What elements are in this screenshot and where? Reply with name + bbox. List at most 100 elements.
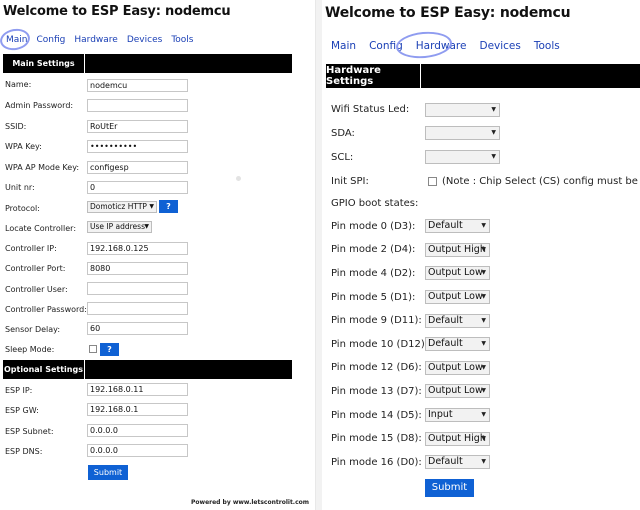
protocol-help-button[interactable]: ?	[159, 200, 178, 213]
hardware-settings-header: Hardware Settings	[326, 64, 640, 88]
powered-by-link[interactable]: Powered by www.letscontrolit.com	[191, 499, 309, 506]
sensor-delay-input[interactable]: 60	[87, 322, 188, 335]
optional-settings-header: Optional Settings	[3, 360, 292, 379]
esp-ip-input[interactable]: 192.168.0.11	[87, 383, 188, 396]
pin-mode-14-value: Input	[428, 409, 453, 420]
chevron-down-icon: ▼	[144, 223, 149, 230]
chevron-down-icon: ▼	[481, 364, 486, 371]
locate-controller-value: Use IP address	[90, 222, 145, 231]
pin-mode-15-select[interactable]: Output High ▼	[425, 432, 490, 446]
main-settings-panel: Welcome to ESP Easy: nodemcu Main Config H…	[0, 0, 316, 510]
page-title: Welcome to ESP Easy: nodemcu	[3, 4, 231, 19]
init-spi-note: (Note : Chip Select (CS) config must be …	[442, 176, 640, 187]
controller-user-input[interactable]	[87, 282, 188, 295]
pin-mode-16-value: Default	[428, 456, 463, 467]
pin-mode-0-label: Pin mode 0 (D3):	[331, 221, 416, 232]
chevron-down-icon: ▼	[481, 269, 486, 276]
pin-mode-15-label: Pin mode 15 (D8):	[331, 433, 422, 444]
pin-mode-16-label: Pin mode 16 (D0):	[331, 457, 422, 468]
nav-tools[interactable]: Tools	[534, 40, 560, 52]
init-spi-checkbox[interactable]	[428, 177, 437, 186]
pin-mode-10-value: Default	[428, 338, 463, 349]
chevron-down-icon: ▼	[491, 106, 496, 113]
chevron-down-icon: ▼	[481, 458, 486, 465]
chevron-down-icon: ▼	[481, 317, 486, 324]
esp-subnet-label: ESP Subnet:	[5, 427, 54, 436]
wpa-key-label: WPA Key:	[5, 142, 42, 151]
pin-mode-10-select[interactable]: Default ▼	[425, 337, 490, 351]
name-label: Name:	[5, 80, 32, 89]
pin-mode-13-value: Output Low	[428, 385, 483, 396]
pin-mode-5-label: Pin mode 5 (D1):	[331, 292, 416, 303]
wpa-ap-key-label: WPA AP Mode Key:	[5, 163, 80, 172]
sleep-mode-label: Sleep Mode:	[5, 345, 55, 354]
nav-devices[interactable]: Devices	[479, 40, 520, 52]
controller-password-input[interactable]	[87, 302, 188, 315]
init-spi-label: Init SPI:	[331, 176, 369, 187]
pin-mode-14-select[interactable]: Input ▼	[425, 408, 490, 422]
page-title: Welcome to ESP Easy: nodemcu	[325, 5, 571, 21]
pin-mode-10-label: Pin mode 10 (D12):	[331, 339, 429, 350]
nav-tools[interactable]: Tools	[171, 35, 193, 45]
hardware-settings-panel: Welcome to ESP Easy: nodemcu Main Config H…	[322, 0, 640, 510]
chevron-down-icon: ▼	[491, 153, 496, 160]
esp-gw-input[interactable]: 192.168.0.1	[87, 403, 188, 416]
pin-mode-2-value: Output High	[428, 244, 486, 255]
sleep-mode-help-button[interactable]: ?	[100, 343, 119, 356]
nav-devices[interactable]: Devices	[127, 35, 162, 45]
controller-port-input[interactable]: 8080	[87, 262, 188, 275]
chevron-down-icon: ▼	[481, 435, 486, 442]
stray-dot	[236, 176, 241, 181]
chevron-down-icon: ▼	[481, 246, 486, 253]
submit-button[interactable]: Submit	[425, 479, 474, 497]
pin-mode-13-select[interactable]: Output Low ▼	[425, 384, 490, 398]
sleep-mode-checkbox[interactable]	[89, 345, 97, 353]
annotation-circle-hardware	[394, 29, 454, 61]
sensor-delay-label: Sensor Delay:	[5, 325, 61, 334]
nav-config[interactable]: Config	[37, 35, 66, 45]
pin-mode-5-value: Output Low	[428, 291, 483, 302]
wifi-led-label: Wifi Status Led:	[331, 104, 410, 115]
chevron-down-icon: ▼	[491, 129, 496, 136]
pin-mode-16-select[interactable]: Default ▼	[425, 455, 490, 469]
locate-controller-label: Locate Controller:	[5, 224, 77, 233]
locate-controller-select[interactable]: Use IP address ▼	[87, 221, 152, 233]
pin-mode-0-value: Default	[428, 220, 463, 231]
pin-mode-4-select[interactable]: Output Low ▼	[425, 266, 490, 280]
ssid-input[interactable]: RoUtEr	[87, 120, 188, 133]
unit-nr-label: Unit nr:	[5, 183, 35, 192]
admin-password-input[interactable]	[87, 99, 188, 112]
wpa-ap-key-input[interactable]: configesp	[87, 161, 188, 174]
main-settings-header: Main Settings	[3, 54, 292, 73]
protocol-select[interactable]: Domoticz HTTP ▼	[87, 201, 157, 213]
sda-select[interactable]: ▼	[425, 126, 500, 140]
name-input[interactable]: nodemcu	[87, 79, 188, 92]
pin-mode-12-select[interactable]: Output Low ▼	[425, 361, 490, 375]
annotation-circle-main	[0, 26, 32, 53]
controller-ip-input[interactable]: 192.168.0.125	[87, 242, 188, 255]
pin-mode-0-select[interactable]: Default ▼	[425, 219, 490, 233]
pin-mode-9-select[interactable]: Default ▼	[425, 314, 490, 328]
nav-hardware[interactable]: Hardware	[74, 35, 117, 45]
chevron-down-icon: ▼	[481, 222, 486, 229]
esp-dns-label: ESP DNS:	[5, 447, 43, 456]
unit-nr-input[interactable]: 0	[87, 181, 188, 194]
esp-subnet-input[interactable]: 0.0.0.0	[87, 424, 188, 437]
scl-select[interactable]: ▼	[425, 150, 500, 164]
controller-port-label: Controller Port:	[5, 264, 66, 273]
pin-mode-2-select[interactable]: Output High ▼	[425, 243, 490, 257]
nav-main[interactable]: Main	[331, 40, 356, 52]
submit-button[interactable]: Submit	[88, 465, 128, 480]
chevron-down-icon: ▼	[149, 203, 154, 210]
controller-ip-label: Controller IP:	[5, 244, 57, 253]
chevron-down-icon: ▼	[481, 293, 486, 300]
pin-mode-12-value: Output Low	[428, 362, 483, 373]
admin-password-label: Admin Password:	[5, 101, 74, 110]
pin-mode-4-label: Pin mode 4 (D2):	[331, 268, 416, 279]
wpa-key-input[interactable]: ••••••••••	[87, 140, 188, 153]
esp-dns-input[interactable]: 0.0.0.0	[87, 444, 188, 457]
wifi-led-select[interactable]: ▼	[425, 103, 500, 117]
pin-mode-5-select[interactable]: Output Low ▼	[425, 290, 490, 304]
chevron-down-icon: ▼	[481, 411, 486, 418]
main-settings-title: Main Settings	[3, 54, 85, 73]
